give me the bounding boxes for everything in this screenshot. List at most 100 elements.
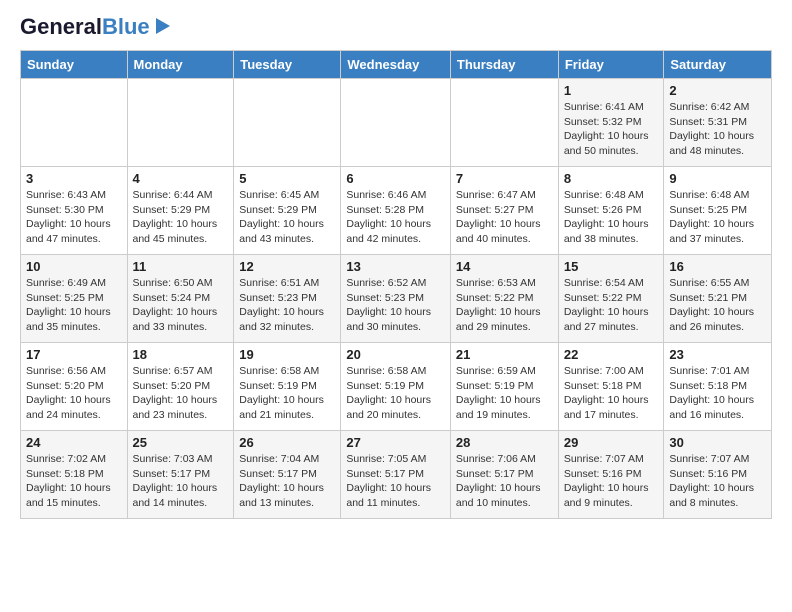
calendar-cell: 9Sunrise: 6:48 AM Sunset: 5:25 PM Daylig… (664, 167, 772, 255)
day-info: Sunrise: 6:42 AM Sunset: 5:31 PM Dayligh… (669, 100, 766, 159)
calendar-cell (21, 79, 128, 167)
day-info: Sunrise: 6:48 AM Sunset: 5:26 PM Dayligh… (564, 188, 659, 247)
weekday-header-monday: Monday (127, 51, 234, 79)
calendar-cell: 21Sunrise: 6:59 AM Sunset: 5:19 PM Dayli… (450, 343, 558, 431)
weekday-header-wednesday: Wednesday (341, 51, 451, 79)
day-info: Sunrise: 6:51 AM Sunset: 5:23 PM Dayligh… (239, 276, 335, 335)
day-number: 25 (133, 435, 229, 450)
day-info: Sunrise: 6:56 AM Sunset: 5:20 PM Dayligh… (26, 364, 122, 423)
weekday-header-row: SundayMondayTuesdayWednesdayThursdayFrid… (21, 51, 772, 79)
calendar-cell (341, 79, 451, 167)
day-info: Sunrise: 6:44 AM Sunset: 5:29 PM Dayligh… (133, 188, 229, 247)
day-number: 26 (239, 435, 335, 450)
day-info: Sunrise: 7:07 AM Sunset: 5:16 PM Dayligh… (564, 452, 659, 511)
calendar-cell: 30 Sunrise: 7:07 AM Sunset: 5:16 PM Dayli… (664, 431, 772, 519)
day-info: Sunrise: 6:47 AM Sunset: 5:27 PM Dayligh… (456, 188, 553, 247)
day-number: 12 (239, 259, 335, 274)
calendar-cell: 16Sunrise: 6:55 AM Sunset: 5:21 PM Dayli… (664, 255, 772, 343)
calendar-cell: 19 Sunrise: 6:58 AM Sunset: 5:19 PM Dayli… (234, 343, 341, 431)
day-number: 27 (346, 435, 445, 450)
day-info: Sunrise: 6:48 AM Sunset: 5:25 PM Dayligh… (669, 188, 766, 247)
logo-general: General (20, 14, 102, 39)
day-info: Sunrise: 6:49 AM Sunset: 5:25 PM Dayligh… (26, 276, 122, 335)
week-row-2: 3 Sunrise: 6:43 AM Sunset: 5:30 PM Daylig… (21, 167, 772, 255)
day-info: Sunrise: 7:02 AM Sunset: 5:18 PM Dayligh… (26, 452, 122, 511)
calendar-cell: 14Sunrise: 6:53 AM Sunset: 5:22 PM Dayli… (450, 255, 558, 343)
day-number: 3 (26, 171, 122, 186)
day-number: 13 (346, 259, 445, 274)
day-number: 19 (239, 347, 335, 362)
day-number: 23 (669, 347, 766, 362)
calendar-cell: 15 Sunrise: 6:54 AM Sunset: 5:22 PM Dayli… (558, 255, 664, 343)
day-number: 24 (26, 435, 122, 450)
calendar-cell: 17 Sunrise: 6:56 AM Sunset: 5:20 PM Dayli… (21, 343, 128, 431)
day-info: Sunrise: 6:54 AM Sunset: 5:22 PM Dayligh… (564, 276, 659, 335)
calendar-cell: 28 Sunrise: 7:06 AM Sunset: 5:17 PM Dayli… (450, 431, 558, 519)
calendar-cell: 7 Sunrise: 6:47 AM Sunset: 5:27 PM Daylig… (450, 167, 558, 255)
header: GeneralBlue (20, 16, 772, 38)
day-number: 22 (564, 347, 659, 362)
weekday-header-saturday: Saturday (664, 51, 772, 79)
day-number: 15 (564, 259, 659, 274)
day-number: 28 (456, 435, 553, 450)
calendar-cell: 2Sunrise: 6:42 AM Sunset: 5:31 PM Daylig… (664, 79, 772, 167)
day-info: Sunrise: 6:58 AM Sunset: 5:19 PM Dayligh… (346, 364, 445, 423)
calendar-cell (234, 79, 341, 167)
calendar-cell (450, 79, 558, 167)
day-info: Sunrise: 6:53 AM Sunset: 5:22 PM Dayligh… (456, 276, 553, 335)
calendar-cell (127, 79, 234, 167)
calendar-cell: 29 Sunrise: 7:07 AM Sunset: 5:16 PM Dayli… (558, 431, 664, 519)
day-number: 4 (133, 171, 229, 186)
calendar-cell: 4 Sunrise: 6:44 AM Sunset: 5:29 PM Daylig… (127, 167, 234, 255)
calendar-cell: 20 Sunrise: 6:58 AM Sunset: 5:19 PM Dayli… (341, 343, 451, 431)
day-number: 6 (346, 171, 445, 186)
week-row-1: 1 Sunrise: 6:41 AM Sunset: 5:32 PM Daylig… (21, 79, 772, 167)
day-info: Sunrise: 6:43 AM Sunset: 5:30 PM Dayligh… (26, 188, 122, 247)
day-info: Sunrise: 6:57 AM Sunset: 5:20 PM Dayligh… (133, 364, 229, 423)
calendar-cell: 6Sunrise: 6:46 AM Sunset: 5:28 PM Daylig… (341, 167, 451, 255)
calendar-cell: 18 Sunrise: 6:57 AM Sunset: 5:20 PM Dayli… (127, 343, 234, 431)
weekday-header-tuesday: Tuesday (234, 51, 341, 79)
calendar-cell: 5 Sunrise: 6:45 AM Sunset: 5:29 PM Daylig… (234, 167, 341, 255)
day-number: 18 (133, 347, 229, 362)
week-row-3: 10 Sunrise: 6:49 AM Sunset: 5:25 PM Dayli… (21, 255, 772, 343)
page: GeneralBlue SundayMondayTuesdayWednesday… (0, 0, 792, 539)
calendar-cell: 22Sunrise: 7:00 AM Sunset: 5:18 PM Dayli… (558, 343, 664, 431)
day-info: Sunrise: 6:45 AM Sunset: 5:29 PM Dayligh… (239, 188, 335, 247)
logo-arrow-icon (152, 16, 172, 36)
day-info: Sunrise: 6:58 AM Sunset: 5:19 PM Dayligh… (239, 364, 335, 423)
day-number: 5 (239, 171, 335, 186)
week-row-5: 24 Sunrise: 7:02 AM Sunset: 5:18 PM Dayli… (21, 431, 772, 519)
day-info: Sunrise: 7:06 AM Sunset: 5:17 PM Dayligh… (456, 452, 553, 511)
logo-blue: Blue (102, 14, 150, 39)
weekday-header-sunday: Sunday (21, 51, 128, 79)
day-number: 29 (564, 435, 659, 450)
calendar-cell: 24 Sunrise: 7:02 AM Sunset: 5:18 PM Dayli… (21, 431, 128, 519)
day-number: 7 (456, 171, 553, 186)
day-number: 30 (669, 435, 766, 450)
day-info: Sunrise: 6:41 AM Sunset: 5:32 PM Dayligh… (564, 100, 659, 159)
day-info: Sunrise: 6:59 AM Sunset: 5:19 PM Dayligh… (456, 364, 553, 423)
calendar-cell: 8Sunrise: 6:48 AM Sunset: 5:26 PM Daylig… (558, 167, 664, 255)
calendar: SundayMondayTuesdayWednesdayThursdayFrid… (20, 50, 772, 519)
day-number: 10 (26, 259, 122, 274)
logo: GeneralBlue (20, 16, 172, 38)
calendar-cell: 3 Sunrise: 6:43 AM Sunset: 5:30 PM Daylig… (21, 167, 128, 255)
weekday-header-friday: Friday (558, 51, 664, 79)
day-number: 1 (564, 83, 659, 98)
day-info: Sunrise: 7:07 AM Sunset: 5:16 PM Dayligh… (669, 452, 766, 511)
calendar-cell: 27Sunrise: 7:05 AM Sunset: 5:17 PM Dayli… (341, 431, 451, 519)
calendar-cell: 26 Sunrise: 7:04 AM Sunset: 5:17 PM Dayli… (234, 431, 341, 519)
calendar-cell: 1 Sunrise: 6:41 AM Sunset: 5:32 PM Daylig… (558, 79, 664, 167)
day-number: 17 (26, 347, 122, 362)
day-info: Sunrise: 7:01 AM Sunset: 5:18 PM Dayligh… (669, 364, 766, 423)
day-info: Sunrise: 6:52 AM Sunset: 5:23 PM Dayligh… (346, 276, 445, 335)
day-number: 20 (346, 347, 445, 362)
day-number: 16 (669, 259, 766, 274)
calendar-cell: 25Sunrise: 7:03 AM Sunset: 5:17 PM Dayli… (127, 431, 234, 519)
day-number: 11 (133, 259, 229, 274)
week-row-4: 17 Sunrise: 6:56 AM Sunset: 5:20 PM Dayli… (21, 343, 772, 431)
calendar-cell: 10 Sunrise: 6:49 AM Sunset: 5:25 PM Dayli… (21, 255, 128, 343)
calendar-cell: 12 Sunrise: 6:51 AM Sunset: 5:23 PM Dayli… (234, 255, 341, 343)
day-info: Sunrise: 7:04 AM Sunset: 5:17 PM Dayligh… (239, 452, 335, 511)
